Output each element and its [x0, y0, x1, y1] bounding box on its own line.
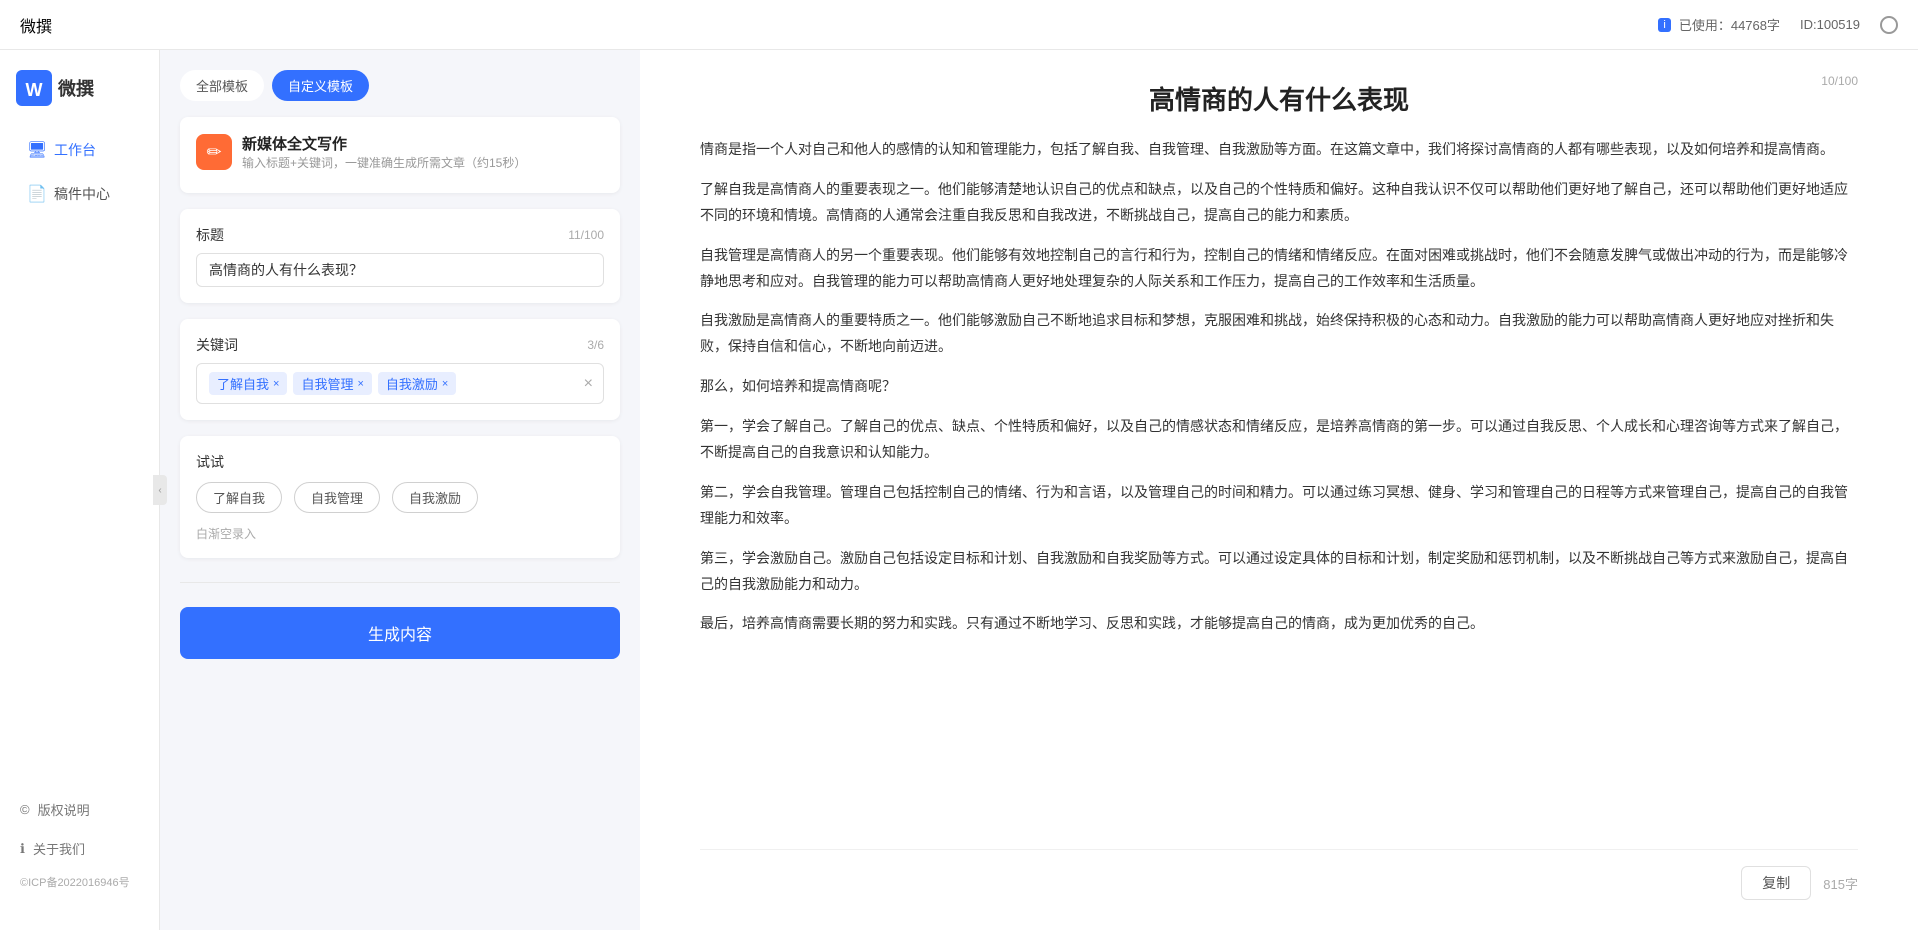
- keywords-label-row: 关键词 3/6: [196, 335, 604, 355]
- keyword-text-1: 了解自我: [217, 374, 269, 393]
- keyword-remove-1[interactable]: ×: [273, 378, 279, 390]
- chevron-left-icon: ‹: [158, 485, 161, 496]
- keywords-box[interactable]: 了解自我 × 自我管理 × 自我激励 × ×: [196, 363, 604, 404]
- keyword-text-2: 自我管理: [301, 374, 353, 393]
- title-label: 标题: [196, 225, 224, 245]
- beian: ©ICP备2022016946号: [8, 870, 151, 894]
- keyword-tag-2: 自我管理 ×: [293, 372, 371, 395]
- title-section: 标题 11/100: [180, 209, 620, 303]
- sidebar-item-label: 稿件中心: [54, 184, 110, 204]
- topbar-title: 微撰: [20, 13, 52, 37]
- article-counter: 10/100: [1821, 74, 1858, 88]
- paragraph-4: 自我激励是高情商人的重要特质之一。他们能够激励自己不断地追求目标和梦想，克服困难…: [700, 308, 1858, 360]
- card-desc: 输入标题+关键词，一键准确生成所需文章（约15秒）: [242, 154, 526, 171]
- word-count: 815字: [1823, 874, 1858, 893]
- topbar: 微撰 i 已使用：44768字 ID:100519: [0, 0, 1918, 50]
- sidebar-nav: 🖥 工作台 📄 稿件中心: [0, 130, 159, 792]
- usage-info: i 已使用：44768字: [1658, 15, 1780, 34]
- try-section: 试试 了解自我 自我管理 自我激励 白渐空录入: [180, 436, 620, 558]
- card-info: 新媒体全文写作 输入标题+关键词，一键准确生成所需文章（约15秒）: [242, 133, 526, 171]
- about-icon: ℹ: [20, 841, 25, 857]
- article-body: 情商是指一个人对自己和他人的感情的认知和管理能力，包括了解自我、自我管理、自我激…: [700, 137, 1858, 839]
- article-title: 高情商的人有什么表现: [700, 80, 1858, 117]
- copy-button[interactable]: 复制: [1741, 866, 1811, 900]
- copyright-icon: ©: [20, 802, 30, 817]
- try-label: 试试: [196, 452, 604, 472]
- sidebar-logo: W 微撰: [0, 70, 159, 130]
- paragraph-5: 那么，如何培养和提高情商呢？: [700, 374, 1858, 400]
- keyword-text-3: 自我激励: [386, 374, 438, 393]
- topbar-left: 微撰: [20, 13, 52, 37]
- paragraph-6: 第一，学会了解自己。了解自己的优点、缺点、个性特质和偏好，以及自己的情感状态和情…: [700, 414, 1858, 466]
- copyright-label: 版权说明: [38, 800, 90, 819]
- logo-icon: W: [16, 70, 52, 106]
- logo-text: 微撰: [58, 75, 94, 101]
- paragraph-8: 第三，学会激励自己。激励自己包括设定目标和计划、自我激励和自我奖励等方式。可以通…: [700, 546, 1858, 598]
- sidebar-bottom: © 版权说明 ℹ 关于我们 ©ICP备2022016946号: [0, 792, 159, 910]
- main-layout: W 微撰 🖥 工作台 📄 稿件中心 © 版权说明 ℹ 关于我们: [0, 50, 1918, 930]
- try-tag-3[interactable]: 自我激励: [392, 482, 478, 513]
- keywords-section: 关键词 3/6 了解自我 × 自我管理 × 自我激励 × ×: [180, 319, 620, 420]
- info-icon: i: [1658, 18, 1670, 32]
- sidebar-item-copyright[interactable]: © 版权说明: [8, 792, 151, 827]
- keyword-remove-2[interactable]: ×: [357, 378, 363, 390]
- tab-all-templates[interactable]: 全部模板: [180, 70, 264, 101]
- id-label: ID:100519: [1800, 17, 1860, 32]
- try-tags: 了解自我 自我管理 自我激励: [196, 482, 604, 513]
- divider: [180, 582, 620, 583]
- paragraph-7: 第二，学会自我管理。管理自己包括控制自己的情绪、行为和言语，以及管理自己的时间和…: [700, 480, 1858, 532]
- workbench-icon: 🖥: [28, 141, 46, 159]
- title-input[interactable]: [196, 253, 604, 287]
- sidebar-item-drafts[interactable]: 📄 稿件中心: [8, 174, 151, 214]
- try-tag-2[interactable]: 自我管理: [294, 482, 380, 513]
- tab-bar: 全部模板 自定义模板: [180, 70, 620, 101]
- collapse-button[interactable]: ‹: [153, 475, 167, 505]
- keyword-tag-3: 自我激励 ×: [378, 372, 456, 395]
- keyword-remove-3[interactable]: ×: [442, 378, 448, 390]
- title-counter: 11/100: [568, 228, 604, 242]
- generate-button[interactable]: 生成内容: [180, 607, 620, 659]
- center-panel: 全部模板 自定义模板 ✏ 新媒体全文写作 输入标题+关键词，一键准确生成所需文章…: [160, 50, 640, 930]
- paragraph-2: 了解自我是高情商人的重要表现之一。他们能够清楚地认识自己的优点和缺点，以及自己的…: [700, 177, 1858, 229]
- card-header: ✏ 新媒体全文写作 输入标题+关键词，一键准确生成所需文章（约15秒）: [196, 133, 604, 171]
- try-hint: 白渐空录入: [196, 525, 604, 542]
- paragraph-9: 最后，培养高情商需要长期的努力和实践。只有通过不断地学习、反思和实践，才能够提高…: [700, 611, 1858, 637]
- right-panel: 10/100 高情商的人有什么表现 情商是指一个人对自己和他人的感情的认知和管理…: [640, 50, 1918, 930]
- try-tag-1[interactable]: 了解自我: [196, 482, 282, 513]
- power-icon[interactable]: [1880, 16, 1898, 34]
- keyword-tag-1: 了解自我 ×: [209, 372, 287, 395]
- sidebar: W 微撰 🖥 工作台 📄 稿件中心 © 版权说明 ℹ 关于我们: [0, 50, 160, 930]
- tab-custom-templates[interactable]: 自定义模板: [272, 70, 369, 101]
- sidebar-item-label: 工作台: [54, 140, 96, 160]
- card-title: 新媒体全文写作: [242, 133, 526, 154]
- paragraph-1: 情商是指一个人对自己和他人的感情的认知和管理能力，包括了解自我、自我管理、自我激…: [700, 137, 1858, 163]
- usage-label: 已使用：44768字: [1679, 15, 1780, 34]
- svg-text:W: W: [26, 80, 43, 100]
- title-label-row: 标题 11/100: [196, 225, 604, 245]
- sidebar-item-workbench[interactable]: 🖥 工作台: [8, 130, 151, 170]
- keywords-counter: 3/6: [587, 338, 604, 352]
- right-footer: 复制 815字: [700, 849, 1858, 900]
- card-icon: ✏: [196, 134, 232, 170]
- drafts-icon: 📄: [28, 185, 46, 203]
- sidebar-item-about[interactable]: ℹ 关于我们: [8, 831, 151, 866]
- about-label: 关于我们: [33, 839, 85, 858]
- topbar-right: i 已使用：44768字 ID:100519: [1658, 15, 1898, 34]
- keywords-clear-icon[interactable]: ×: [584, 375, 593, 393]
- template-card: ✏ 新媒体全文写作 输入标题+关键词，一键准确生成所需文章（约15秒）: [180, 117, 620, 193]
- paragraph-3: 自我管理是高情商人的另一个重要表现。他们能够有效地控制自己的言行和行为，控制自己…: [700, 243, 1858, 295]
- keywords-label: 关键词: [196, 335, 238, 355]
